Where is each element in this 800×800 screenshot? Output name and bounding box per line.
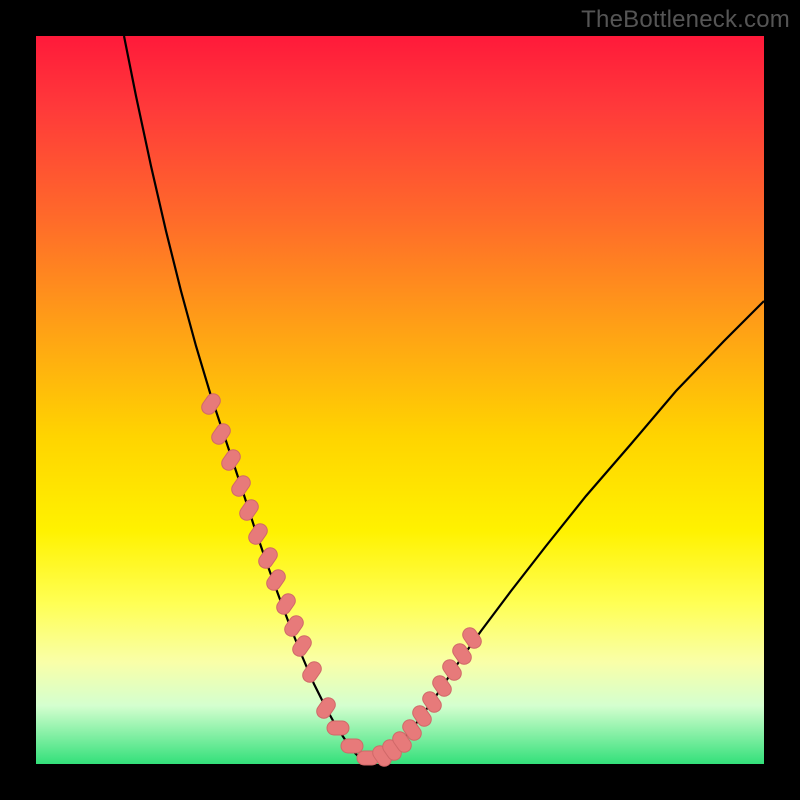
chart-svg bbox=[36, 36, 764, 764]
marker-bead bbox=[199, 391, 223, 417]
marker-bead bbox=[264, 567, 288, 593]
marker-bead bbox=[229, 473, 253, 499]
marker-bead bbox=[341, 739, 363, 753]
marker-bead bbox=[209, 421, 233, 447]
marker-bead bbox=[237, 497, 261, 523]
marker-bead bbox=[314, 695, 338, 721]
marker-bead bbox=[246, 521, 270, 547]
highlight-markers bbox=[199, 391, 484, 769]
marker-bead bbox=[219, 447, 243, 473]
marker-bead bbox=[256, 545, 280, 571]
chart-frame: TheBottleneck.com bbox=[0, 0, 800, 800]
marker-bead bbox=[300, 659, 324, 685]
marker-bead bbox=[327, 721, 349, 735]
plot-area bbox=[36, 36, 764, 764]
watermark-text: TheBottleneck.com bbox=[581, 6, 790, 34]
